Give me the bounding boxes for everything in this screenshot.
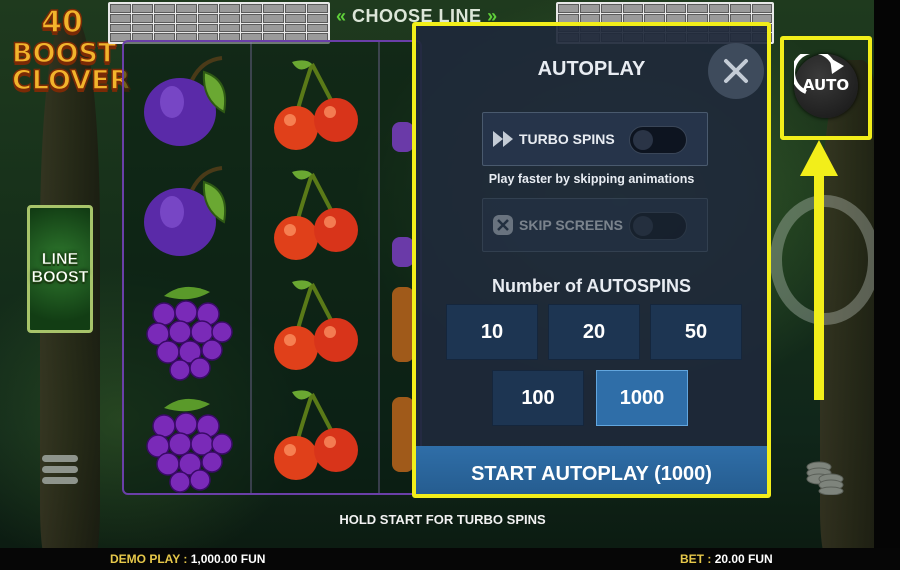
skip-screens-label: SKIP SCREENS xyxy=(519,217,623,233)
payline-cell xyxy=(687,4,708,13)
right-edge xyxy=(874,0,900,548)
autospins-option-10[interactable]: 10 xyxy=(446,304,538,360)
hold-start-hint: HOLD START FOR TURBO SPINS xyxy=(339,512,546,527)
reels-area[interactable] xyxy=(122,40,422,495)
close-icon xyxy=(724,59,748,83)
payline-cell xyxy=(175,23,197,33)
payline-cell xyxy=(263,4,285,13)
payline-cell xyxy=(131,13,153,23)
chevron-left-icon: « xyxy=(336,6,347,26)
payline-cell xyxy=(219,23,241,33)
payline-cell xyxy=(730,4,751,13)
logo-line: 40 xyxy=(40,5,83,40)
status-bar: DEMO PLAY : 1,000.00 FUN BET : 20.00 FUN xyxy=(0,548,900,570)
menu-icon[interactable] xyxy=(42,455,78,491)
payline-cell xyxy=(241,23,263,33)
payline-cell xyxy=(285,4,307,13)
payline-cell xyxy=(197,4,219,13)
bet-label: BET : xyxy=(680,552,712,566)
payline-cell xyxy=(579,4,600,13)
payline-cell xyxy=(307,13,328,23)
payline-cell xyxy=(665,4,686,13)
reel-divider xyxy=(378,42,380,493)
turbo-spins-row: TURBO SPINS xyxy=(482,112,708,166)
payline-cell xyxy=(241,4,263,13)
payline-cell xyxy=(131,23,153,33)
payline-cell xyxy=(644,4,665,13)
arrow-up-icon xyxy=(800,140,838,400)
logo-line: CLOVER xyxy=(11,65,131,96)
turbo-hint: Play faster by skipping animations xyxy=(488,172,695,186)
fast-forward-icon xyxy=(493,131,513,147)
payline-cell xyxy=(153,23,175,33)
plum-symbol xyxy=(144,166,226,256)
autoplay-icon: AUTO xyxy=(794,54,858,118)
logo-line: BOOST xyxy=(11,38,117,69)
payline-cell xyxy=(601,4,622,13)
grapes-symbol xyxy=(146,286,233,381)
payline-cell xyxy=(241,13,263,23)
payline-cell xyxy=(110,23,131,33)
turbo-spins-toggle[interactable] xyxy=(629,126,687,154)
payline-cell xyxy=(219,4,241,13)
close-button[interactable] xyxy=(708,43,764,99)
skip-screens-toggle xyxy=(629,212,687,240)
payline-cell xyxy=(110,13,131,23)
line-boost-label: BOOST xyxy=(31,269,89,287)
autospins-option-50[interactable]: 50 xyxy=(650,304,742,360)
balance-display: DEMO PLAY : 1,000.00 FUN xyxy=(110,552,265,566)
line-boost-button[interactable]: LINE BOOST xyxy=(27,205,93,333)
payline-cell xyxy=(708,4,729,13)
bet-display: BET : 20.00 FUN xyxy=(680,552,773,566)
payline-cell xyxy=(751,4,772,13)
payline-cell xyxy=(175,13,197,23)
game-logo: 40 BOOST CLOVER xyxy=(11,5,131,96)
game-stage: 40 BOOST CLOVER LINE BOOST « CHOOSE LINE… xyxy=(0,0,900,570)
coins-bet-icon[interactable] xyxy=(805,455,845,495)
reel-symbol-partial xyxy=(392,287,414,362)
payline-cell xyxy=(110,4,131,13)
cherries-symbol xyxy=(274,280,358,370)
payline-cell xyxy=(219,13,241,23)
paylines-indicator-left xyxy=(108,2,330,44)
grapes-symbol xyxy=(146,398,233,493)
payline-cell xyxy=(285,13,307,23)
reel-symbol-partial xyxy=(392,397,414,472)
cherries-symbol xyxy=(274,170,358,260)
auto-button-label: AUTO xyxy=(802,76,850,94)
reel-symbol-partial xyxy=(392,122,414,152)
payline-cell xyxy=(558,4,579,13)
skip-icon xyxy=(493,215,513,235)
plum-symbol xyxy=(144,56,226,146)
payline-cell xyxy=(285,23,307,33)
line-boost-label: LINE xyxy=(41,250,79,268)
payline-cell xyxy=(153,13,175,23)
reel-divider xyxy=(250,42,252,493)
payline-cell xyxy=(263,23,285,33)
payline-cell xyxy=(131,4,153,13)
payline-cell xyxy=(197,23,219,33)
skip-screens-row: SKIP SCREENS xyxy=(482,198,708,252)
payline-cell xyxy=(307,4,328,13)
payline-cell xyxy=(175,4,197,13)
turbo-spins-label: TURBO SPINS xyxy=(519,131,615,147)
start-autoplay-button[interactable]: START AUTOPLAY (1000) xyxy=(416,446,767,494)
payline-cell xyxy=(622,4,643,13)
payline-cell xyxy=(263,13,285,23)
reel-symbol-partial xyxy=(392,237,414,267)
cherries-symbol xyxy=(274,60,358,150)
balance-value: 1,000.00 FUN xyxy=(190,552,266,566)
autospins-count-title: Number of AUTOSPINS xyxy=(491,276,692,296)
cherries-symbol xyxy=(274,390,358,480)
balance-label: DEMO PLAY : xyxy=(110,552,188,566)
autospins-option-20[interactable]: 20 xyxy=(548,304,640,360)
autospins-option-1000[interactable]: 1000 xyxy=(596,370,688,426)
bet-value: 20.00 FUN xyxy=(714,552,773,566)
autospins-option-100[interactable]: 100 xyxy=(492,370,584,426)
payline-cell xyxy=(197,13,219,23)
payline-cell xyxy=(307,23,328,33)
auto-button[interactable]: AUTO xyxy=(780,36,872,140)
payline-cell xyxy=(153,4,175,13)
autoplay-dialog: AUTOPLAY TURBO SPINS Play faster by skip… xyxy=(412,22,771,498)
